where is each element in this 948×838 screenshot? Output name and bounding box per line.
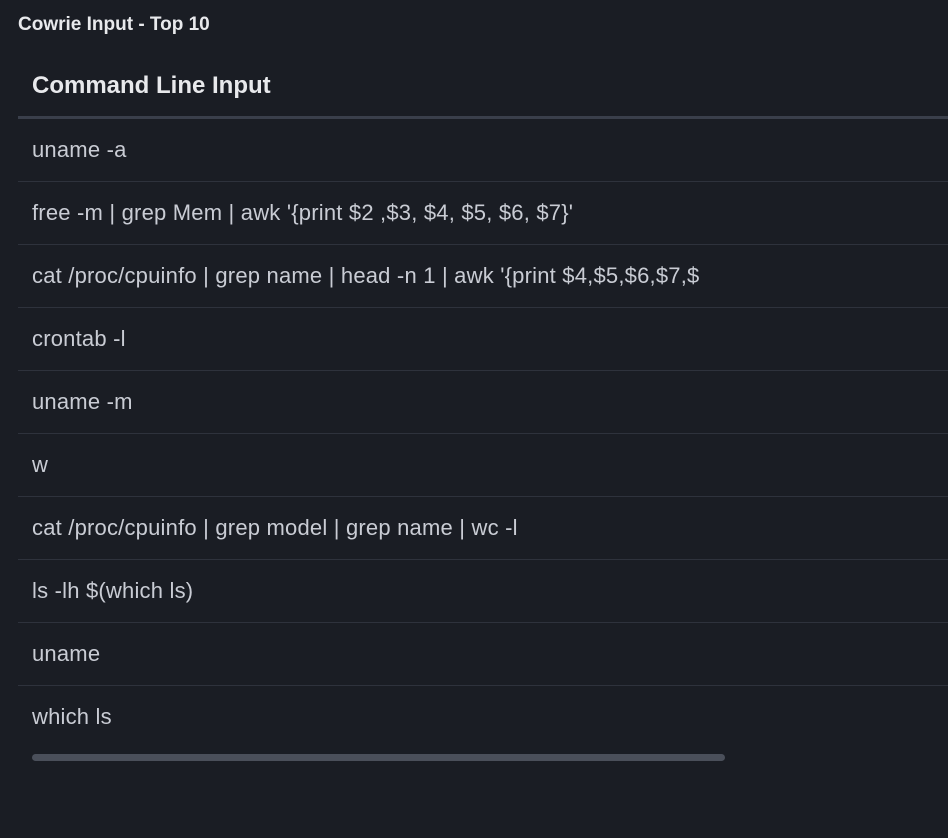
- command-text: cat /proc/cpuinfo | grep name | head -n …: [32, 263, 699, 288]
- table-container: Command Line Input uname -a free -m | gr…: [0, 54, 948, 761]
- command-text: crontab -l: [32, 326, 126, 351]
- table-row[interactable]: uname -m: [18, 371, 948, 434]
- scrollbar-thumb[interactable]: [32, 754, 725, 761]
- table-row[interactable]: uname: [18, 623, 948, 686]
- command-text: w: [32, 452, 48, 477]
- command-text: which ls: [32, 704, 112, 729]
- command-text: uname -m: [32, 389, 133, 414]
- command-text: uname -a: [32, 137, 127, 162]
- table-header[interactable]: Command Line Input: [18, 54, 948, 119]
- table-row[interactable]: ls -lh $(which ls): [18, 560, 948, 623]
- panel-title: Cowrie Input - Top 10: [0, 0, 948, 54]
- command-table: Command Line Input uname -a free -m | gr…: [18, 54, 948, 761]
- table-row[interactable]: uname -a: [18, 119, 948, 182]
- table-row[interactable]: w: [18, 434, 948, 497]
- table-row[interactable]: which ls: [18, 686, 948, 748]
- command-text: ls -lh $(which ls): [32, 578, 193, 603]
- command-text: cat /proc/cpuinfo | grep model | grep na…: [32, 515, 518, 540]
- table-row[interactable]: free -m | grep Mem | awk '{print $2 ,$3,…: [18, 182, 948, 245]
- table-row[interactable]: cat /proc/cpuinfo | grep model | grep na…: [18, 497, 948, 560]
- horizontal-scrollbar[interactable]: [32, 754, 944, 761]
- command-text: free -m | grep Mem | awk '{print $2 ,$3,…: [32, 200, 573, 225]
- panel-cowrie-input: Cowrie Input - Top 10 Command Line Input…: [0, 0, 948, 761]
- table-row[interactable]: crontab -l: [18, 308, 948, 371]
- table-row[interactable]: cat /proc/cpuinfo | grep name | head -n …: [18, 245, 948, 308]
- command-text: uname: [32, 641, 100, 666]
- table-header-label: Command Line Input: [32, 72, 271, 99]
